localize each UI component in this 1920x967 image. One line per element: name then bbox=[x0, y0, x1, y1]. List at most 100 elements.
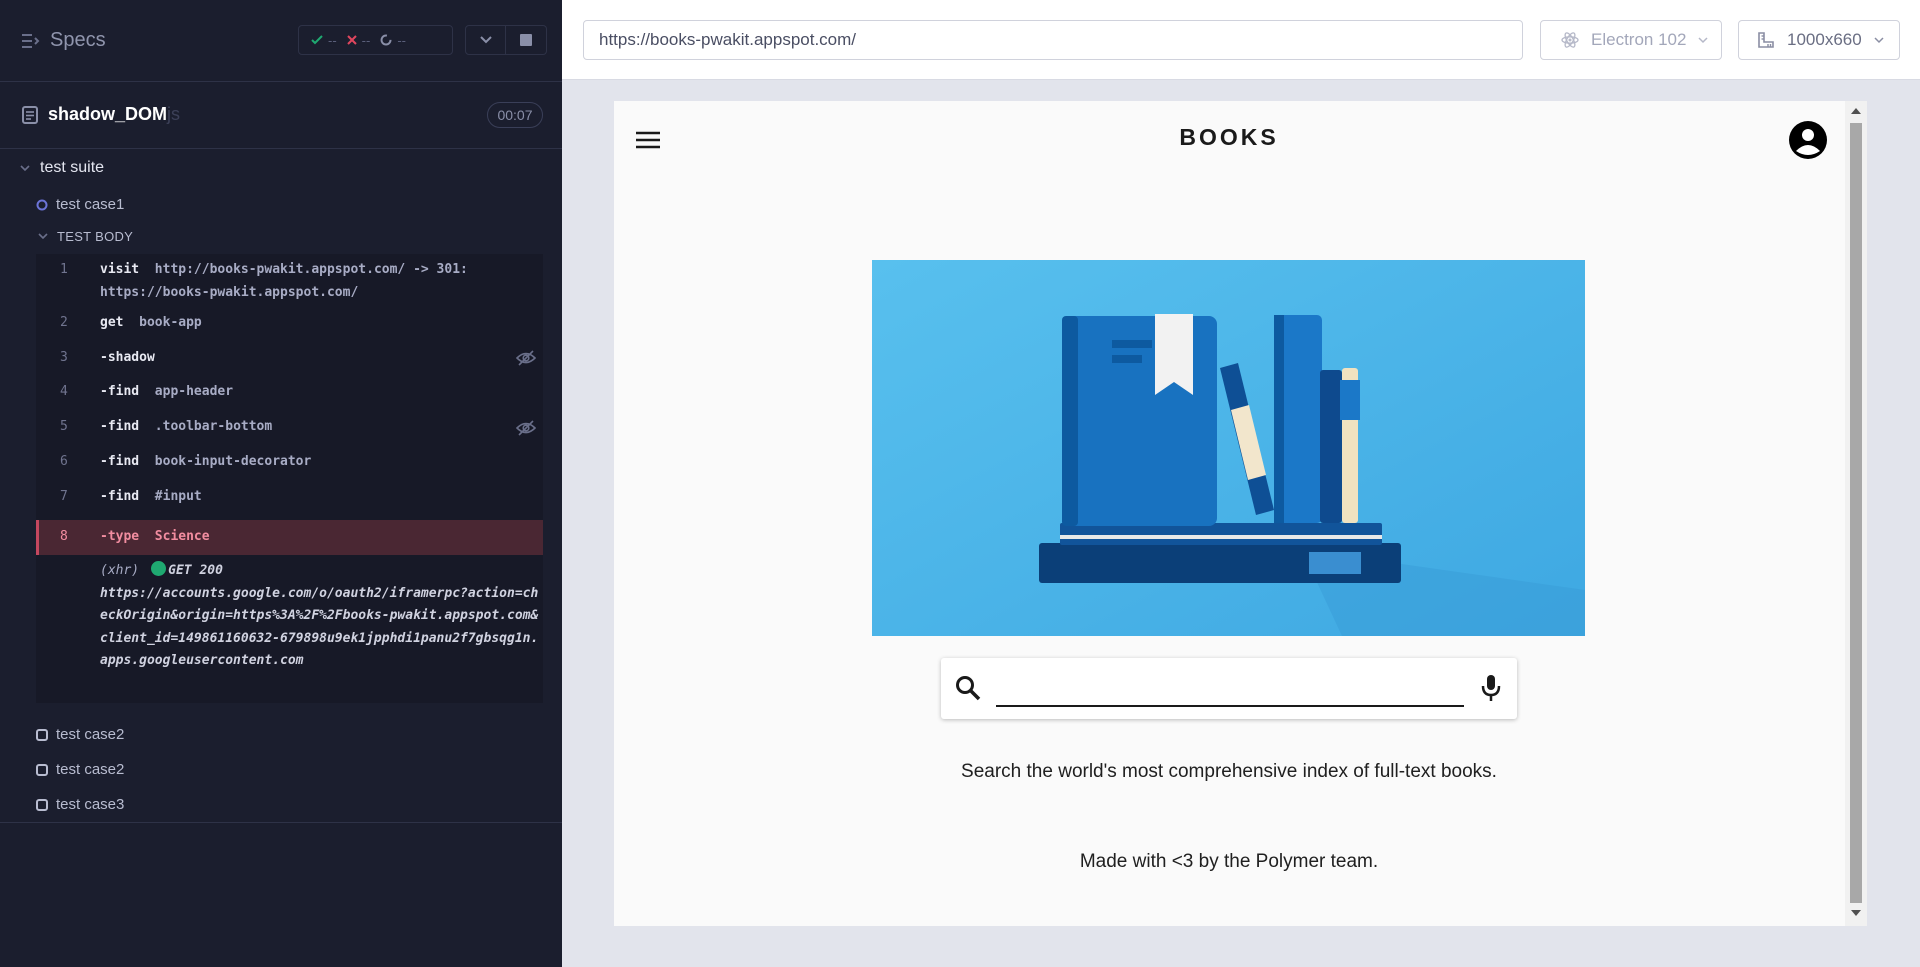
command-number: 7 bbox=[60, 489, 68, 504]
reporter-panel: Specs -- -- -- shadow_DOM js 00:07 test … bbox=[0, 0, 562, 967]
xhr-status: GET 200 bbox=[168, 563, 223, 578]
tagline-text: Search the world's most comprehensive in… bbox=[961, 761, 1497, 782]
search-icon[interactable] bbox=[955, 675, 981, 701]
command-message: http://books-pwakit.appspot.com/ -> 301: bbox=[154, 262, 468, 277]
viewport-size: 1000x660 bbox=[1787, 30, 1862, 49]
search-input[interactable] bbox=[996, 705, 1464, 707]
passed-stat: -- bbox=[311, 33, 337, 48]
eye-slash-icon[interactable] bbox=[516, 350, 536, 366]
command-name: -find app-header bbox=[100, 384, 234, 399]
browser-name: Electron 102 bbox=[1591, 30, 1687, 49]
books-hero-image bbox=[872, 260, 1585, 636]
suite-title: test suite bbox=[40, 159, 105, 176]
xhr-label: (xhr) bbox=[100, 563, 140, 578]
suite-row[interactable]: test suite bbox=[20, 159, 104, 177]
command-message: book-app bbox=[139, 315, 202, 330]
passed-count: -- bbox=[328, 32, 337, 48]
app-preview-panel: https://books-pwakit.appspot.com/ Electr… bbox=[562, 0, 1920, 967]
command-message: book-input-decorator bbox=[154, 454, 312, 469]
stop-button[interactable] bbox=[506, 25, 547, 55]
command-message: app-header bbox=[154, 384, 234, 399]
command-number: 5 bbox=[60, 419, 68, 434]
test-case-title: test case1 bbox=[56, 196, 125, 213]
command-row[interactable]: 7 -find #input bbox=[36, 480, 543, 515]
test-case-row[interactable]: test case3 bbox=[36, 796, 124, 813]
status-dot bbox=[151, 561, 167, 576]
command-name: -type Science bbox=[100, 529, 210, 544]
app-under-test: BOOKS Search the world's most comprehens… bbox=[614, 101, 1867, 926]
test-case-row[interactable]: test case2 bbox=[36, 761, 124, 778]
command-message: .toolbar-bottom bbox=[154, 419, 273, 434]
account-icon[interactable] bbox=[1789, 121, 1827, 159]
test-case-row[interactable]: test case1 bbox=[36, 196, 124, 213]
command-row[interactable]: 4 -find app-header bbox=[36, 375, 543, 410]
browser-selector[interactable]: Electron 102 bbox=[1540, 20, 1722, 60]
pending-stat: -- bbox=[380, 33, 406, 48]
electron-icon bbox=[1561, 32, 1579, 48]
command-message-continued: https://books-pwakit.appspot.com/ bbox=[100, 285, 359, 300]
run-stats: -- -- -- bbox=[298, 25, 453, 55]
command-number: 4 bbox=[60, 384, 68, 399]
x-icon bbox=[346, 35, 357, 45]
search-bar[interactable] bbox=[941, 658, 1517, 719]
command-message: Science bbox=[154, 529, 210, 544]
command-row[interactable]: 2 get book-app bbox=[36, 306, 543, 340]
xhr-url: https://accounts.google.com/o/oauth2/ifr… bbox=[100, 585, 539, 669]
footer-text: Made with <3 by the Polymer team. bbox=[1079, 851, 1379, 872]
command-number: 6 bbox=[60, 454, 68, 469]
failed-stat: -- bbox=[346, 33, 370, 48]
command-row[interactable]: 1 visit http://books-pwakit.appspot.com/… bbox=[36, 254, 543, 306]
scroll-down-arrow[interactable] bbox=[1851, 910, 1861, 916]
viewport-selector[interactable]: 1000x660 bbox=[1738, 20, 1900, 60]
chevron-down-button[interactable] bbox=[465, 25, 506, 55]
preview-toolbar: https://books-pwakit.appspot.com/ Electr… bbox=[562, 0, 1920, 80]
command-row[interactable]: 6 -find book-input-decorator bbox=[36, 445, 543, 480]
command-row-active[interactable]: 8 -type Science bbox=[36, 520, 543, 555]
queued-square-icon bbox=[36, 763, 48, 776]
app-title: BOOKS bbox=[1179, 124, 1279, 150]
test-case-row[interactable]: test case2 bbox=[36, 726, 124, 743]
chevron-down-icon bbox=[38, 233, 48, 240]
chevron-down-icon bbox=[479, 36, 492, 44]
queued-square-icon bbox=[36, 728, 48, 741]
run-controls bbox=[465, 25, 547, 55]
microphone-icon[interactable] bbox=[1481, 674, 1501, 702]
spec-file-header: shadow_DOM js 00:07 bbox=[0, 82, 562, 149]
chevron-down-icon bbox=[20, 164, 30, 171]
scroll-up-arrow[interactable] bbox=[1851, 108, 1861, 114]
command-row[interactable]: 5 -find .toolbar-bottom bbox=[36, 410, 543, 445]
specs-header: Specs -- -- -- bbox=[0, 0, 562, 82]
command-row[interactable]: 3 -shadow bbox=[36, 340, 543, 375]
running-spinner-icon bbox=[36, 199, 48, 210]
check-icon bbox=[311, 35, 323, 45]
command-name: -shadow bbox=[100, 350, 155, 365]
xhr-log-entry[interactable]: (xhr) GET 200 https://accounts.google.com… bbox=[100, 560, 540, 673]
pending-count: -- bbox=[397, 32, 407, 48]
command-name: -find book-input-decorator bbox=[100, 454, 312, 469]
specs-label: Specs bbox=[50, 29, 106, 51]
duration-badge: 00:07 bbox=[487, 102, 543, 128]
command-number: 8 bbox=[60, 529, 68, 544]
command-name: -find #input bbox=[100, 489, 202, 504]
command-number: 2 bbox=[60, 315, 68, 330]
vertical-scrollbar[interactable] bbox=[1845, 101, 1867, 926]
command-name: -find .toolbar-bottom bbox=[100, 419, 273, 434]
command-log: 1 visit http://books-pwakit.appspot.com/… bbox=[36, 254, 543, 703]
url-field[interactable]: https://books-pwakit.appspot.com/ bbox=[583, 20, 1523, 60]
command-name: get book-app bbox=[100, 315, 202, 330]
stop-icon bbox=[520, 34, 532, 46]
test-body-title: TEST BODY bbox=[57, 229, 134, 244]
test-body-toggle[interactable]: TEST BODY bbox=[38, 229, 133, 244]
chevron-down-icon bbox=[1698, 36, 1708, 43]
divider bbox=[0, 822, 562, 823]
test-case-title: test case3 bbox=[56, 796, 125, 813]
eye-slash-icon[interactable] bbox=[516, 420, 536, 436]
test-case-title: test case2 bbox=[56, 761, 125, 778]
command-number: 3 bbox=[60, 350, 68, 365]
ruler-icon bbox=[1758, 32, 1774, 48]
command-message: #input bbox=[154, 489, 202, 504]
spec-file-name: shadow_DOM bbox=[48, 104, 168, 124]
spec-file[interactable]: shadow_DOM js bbox=[22, 104, 180, 125]
specs-toggle-button[interactable]: Specs bbox=[22, 29, 106, 52]
scroll-thumb[interactable] bbox=[1850, 123, 1862, 903]
